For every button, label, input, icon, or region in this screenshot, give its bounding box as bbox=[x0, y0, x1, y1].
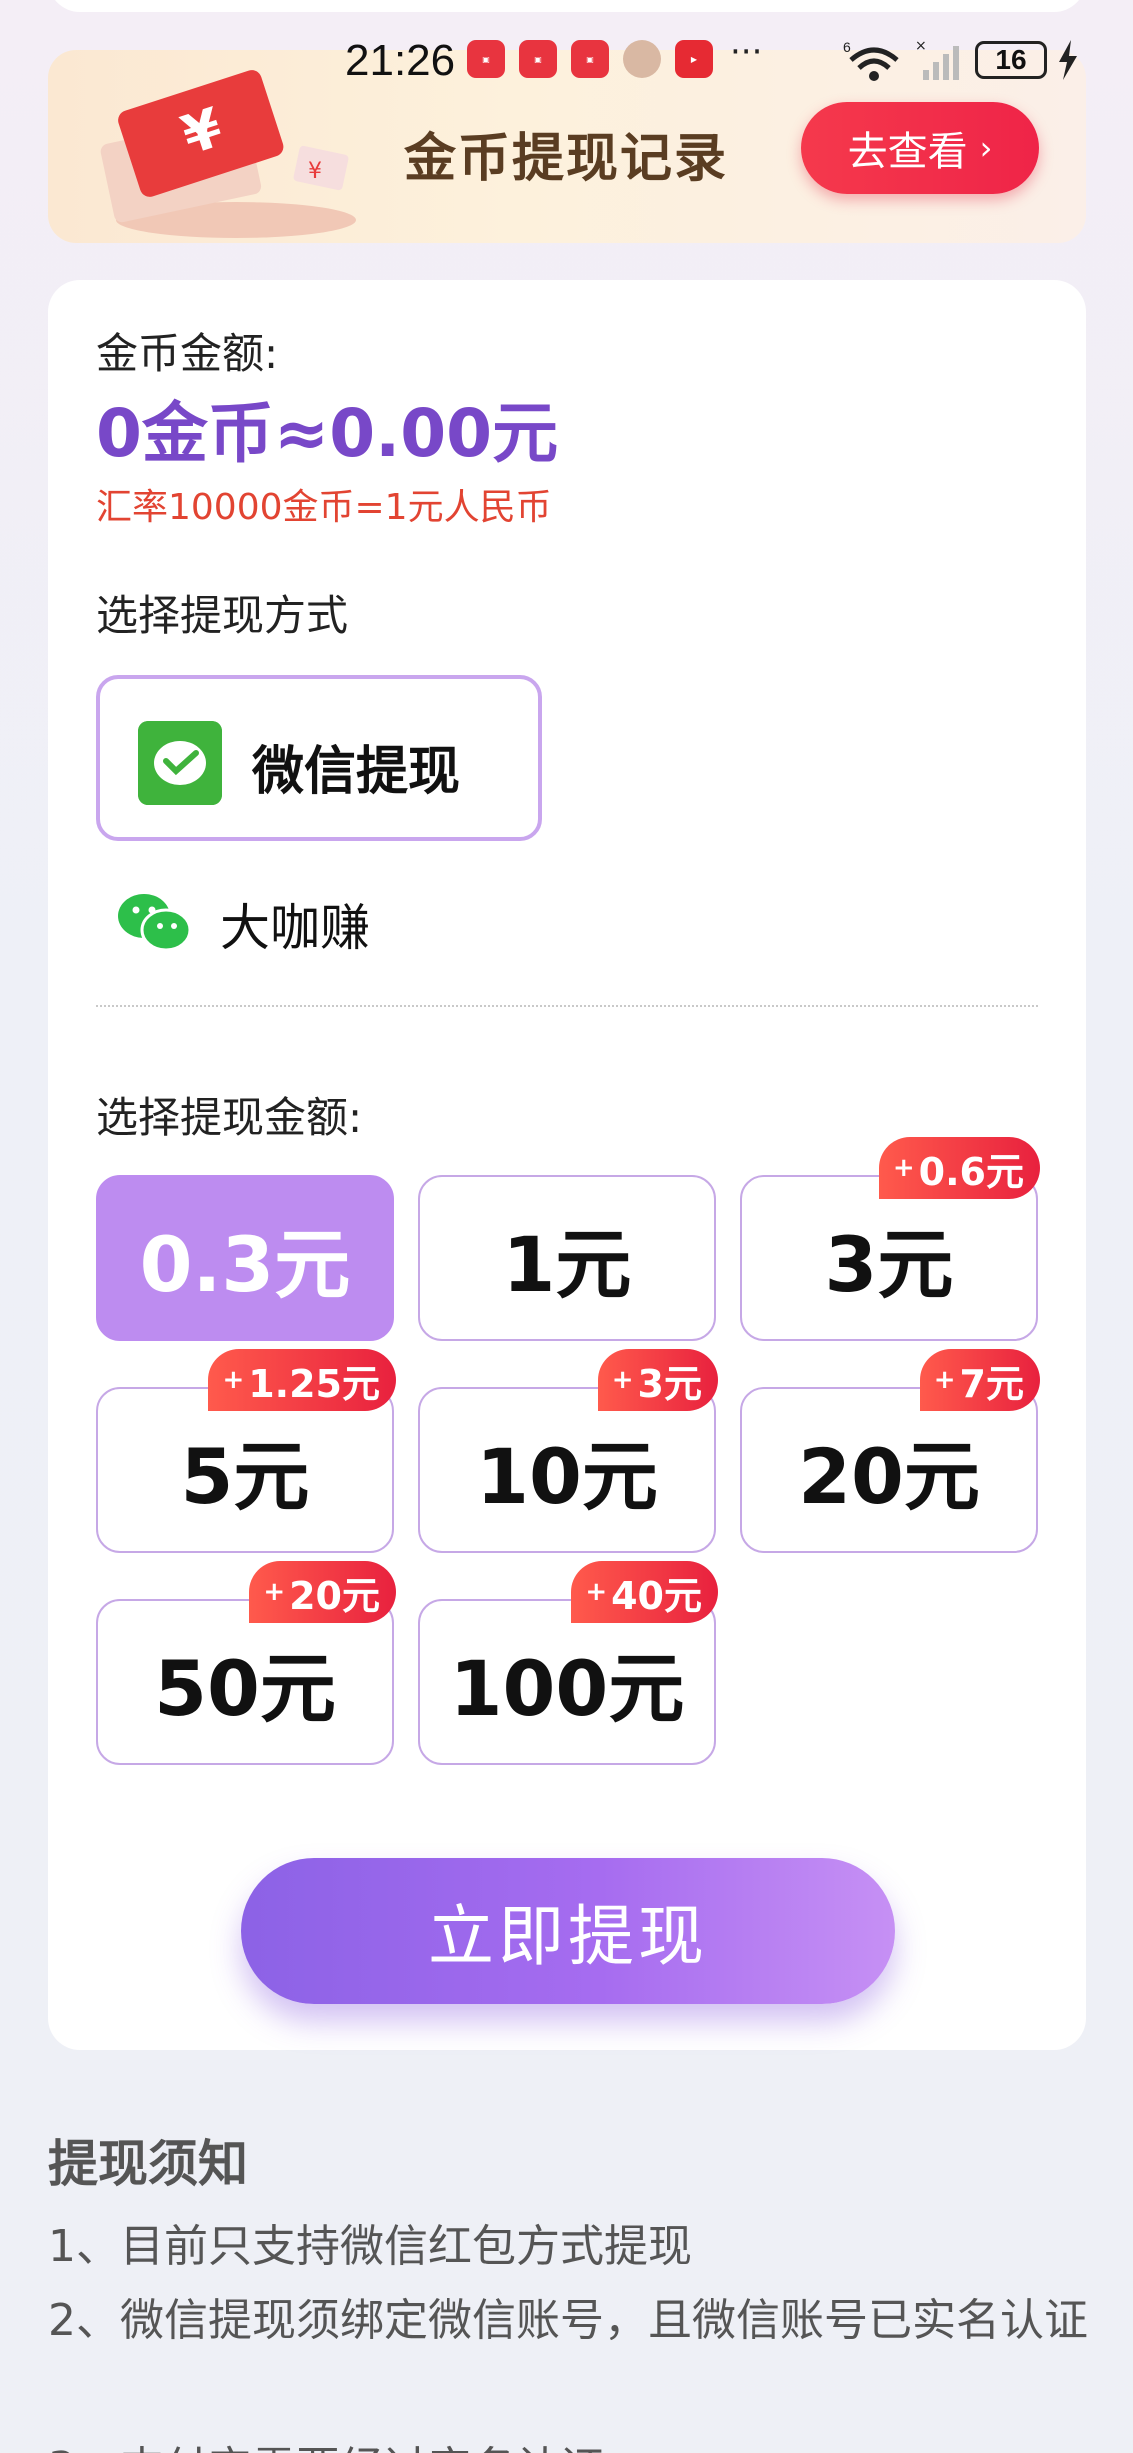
wechat-icon bbox=[118, 894, 192, 952]
svg-text:6: 6 bbox=[843, 39, 851, 55]
status-bar: 21:26 ▣ ▣ ▣ ▶ ··· 6 × 16 bbox=[0, 30, 1133, 94]
balance-label: 金币金额: bbox=[96, 329, 279, 378]
previous-card bbox=[48, 0, 1086, 12]
status-right: 6 × 16 bbox=[843, 38, 1079, 82]
view-records-button[interactable]: 去查看 › bbox=[801, 102, 1039, 194]
notice-line: 3、支付宝需要经过实名认证 bbox=[48, 2432, 1088, 2453]
amount-value: 3元 bbox=[824, 1220, 954, 1309]
amount-option-0.3[interactable]: 0.3元 bbox=[96, 1175, 394, 1341]
divider bbox=[96, 1005, 1038, 1007]
bonus-badge: +1.25元 bbox=[208, 1349, 396, 1411]
wechat-withdraw-label: 微信提现 bbox=[252, 742, 461, 802]
more-notifications-icon: ··· bbox=[730, 32, 763, 72]
banner-title: 金币提现记录 bbox=[404, 129, 729, 189]
amount-value: 20元 bbox=[798, 1432, 980, 1521]
svg-text:×: × bbox=[915, 38, 927, 54]
status-app-icons: ▣ ▣ ▣ ▶ bbox=[467, 40, 713, 78]
withdraw-card: 金币金额: 0金币≈0.00元 汇率10000金币=1元人民币 选择提现方式 微… bbox=[48, 280, 1086, 2050]
charging-icon bbox=[1059, 40, 1077, 80]
battery-indicator: 16 bbox=[975, 41, 1047, 79]
amount-option-5[interactable]: 5元 +1.25元 bbox=[96, 1349, 396, 1553]
amount-option-100[interactable]: 100元 +40元 bbox=[418, 1561, 718, 1765]
amount-value: 10元 bbox=[476, 1432, 658, 1521]
notice-line: 2、微信提现须绑定微信账号，且微信账号已实名认证 bbox=[48, 2295, 1088, 2346]
notice-line: 1、目前只支持微信红包方式提现 bbox=[48, 2221, 692, 2272]
amount-option-20[interactable]: 20元 +7元 bbox=[740, 1349, 1040, 1553]
method-section-label: 选择提现方式 bbox=[96, 591, 349, 640]
withdraw-now-label: 立即提现 bbox=[428, 1898, 708, 1975]
amount-option-10[interactable]: 10元 +3元 bbox=[418, 1349, 718, 1553]
wechat-pay-icon bbox=[138, 721, 222, 805]
wifi-icon: 6 bbox=[843, 39, 899, 81]
amount-option-50[interactable]: 50元 +20元 bbox=[96, 1561, 396, 1765]
huawei-store-icon: ▣ bbox=[571, 40, 609, 78]
video-app-icon: ▶ bbox=[675, 40, 713, 78]
chevron-right-icon: › bbox=[979, 129, 993, 167]
huawei-store-icon: ▣ bbox=[519, 40, 557, 78]
amount-value: 1元 bbox=[502, 1220, 632, 1309]
bonus-badge: +3元 bbox=[597, 1349, 718, 1411]
amount-option-3[interactable]: 3元 +0.6元 bbox=[740, 1137, 1040, 1341]
svg-text:¥: ¥ bbox=[308, 159, 322, 184]
view-records-label: 去查看 bbox=[847, 129, 968, 175]
bonus-badge: +0.6元 bbox=[878, 1137, 1040, 1199]
bonus-badge: +40元 bbox=[571, 1561, 718, 1623]
coin-balance: 0金币≈0.00元 bbox=[96, 395, 559, 472]
bonus-badge: +7元 bbox=[919, 1349, 1040, 1411]
avatar-icon bbox=[623, 40, 661, 78]
exchange-rate: 汇率10000金币=1元人民币 bbox=[96, 487, 552, 528]
withdraw-now-button[interactable]: 立即提现 bbox=[241, 1858, 895, 2004]
bonus-badge: +20元 bbox=[249, 1561, 396, 1623]
amount-value: 50元 bbox=[154, 1644, 336, 1733]
wechat-withdraw-option[interactable]: 微信提现 bbox=[96, 675, 542, 841]
signal-icon: × bbox=[915, 38, 959, 80]
amount-value: 0.3元 bbox=[139, 1220, 351, 1309]
status-time: 21:26 bbox=[345, 36, 456, 85]
notice-title: 提现须知 bbox=[48, 2135, 248, 2193]
wechat-account-name: 大咖赚 bbox=[220, 899, 370, 957]
amount-option-1[interactable]: 1元 bbox=[418, 1175, 716, 1341]
amount-section-label: 选择提现金额: bbox=[96, 1093, 363, 1142]
amount-value: 100元 bbox=[449, 1644, 685, 1733]
amount-value: 5元 bbox=[180, 1432, 310, 1521]
huawei-store-icon: ▣ bbox=[467, 40, 505, 78]
